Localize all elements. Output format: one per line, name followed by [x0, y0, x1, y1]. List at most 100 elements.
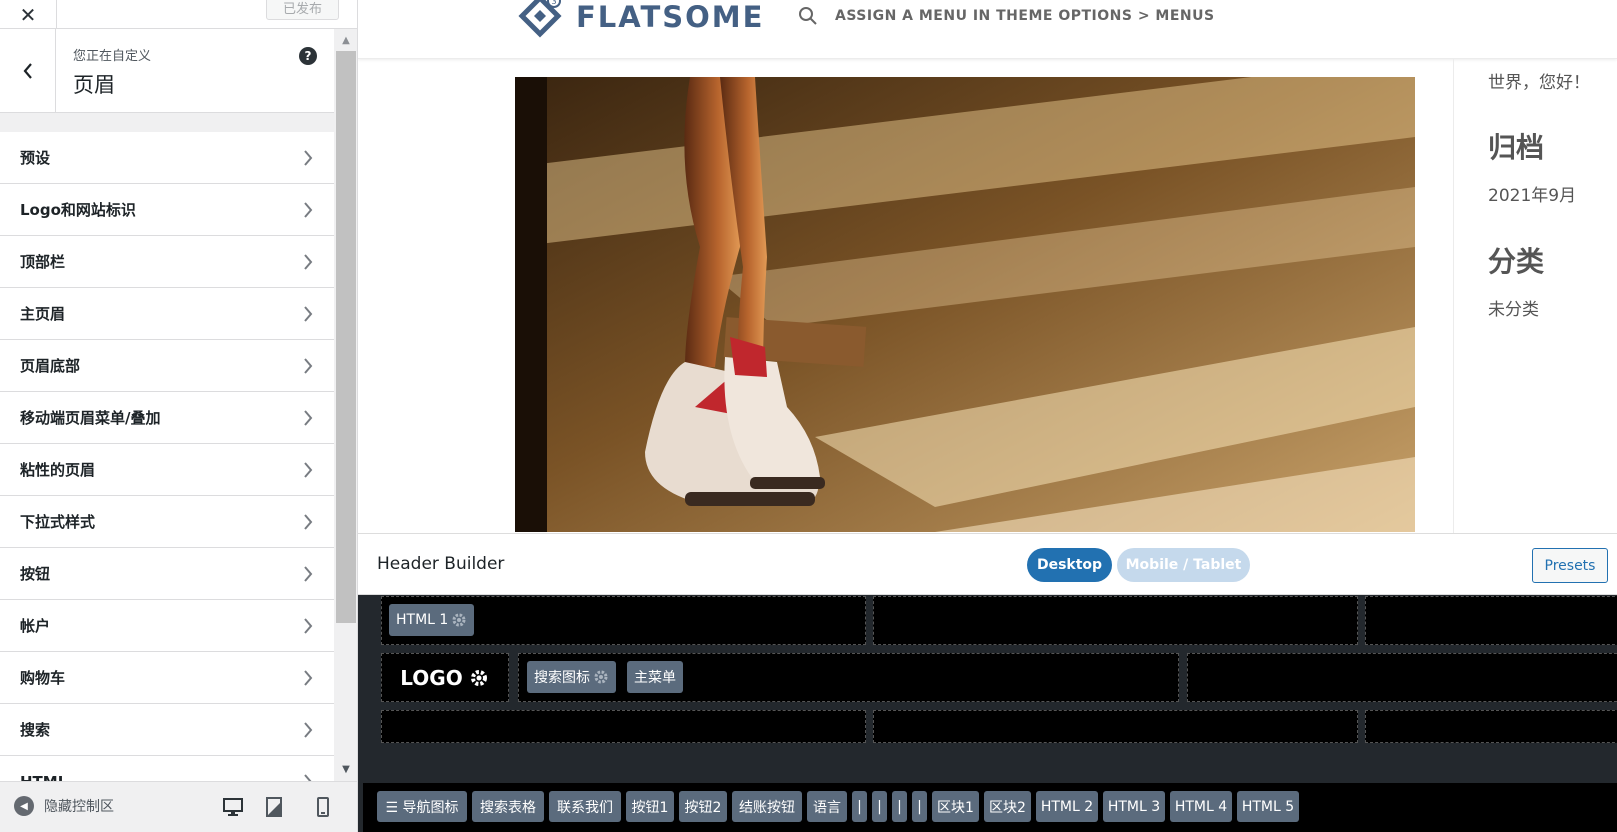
gear-icon[interactable]	[451, 612, 467, 628]
available-element[interactable]: HTML 4	[1170, 791, 1232, 822]
flatsome-logo-icon[interactable]: 3	[516, 0, 564, 40]
bottom-center-slot[interactable]	[873, 710, 1358, 743]
sidebar-item[interactable]: 顶部栏	[0, 236, 334, 288]
desktop-icon[interactable]	[222, 796, 244, 818]
available-element[interactable]: 按钮2	[679, 791, 727, 822]
available-element[interactable]: 结账按钮	[732, 791, 802, 822]
available-element[interactable]: |	[872, 791, 887, 822]
sidebar-item[interactable]: 帐户	[0, 600, 334, 652]
site-preview: 3 FLATSOME ASSIGN A MENU IN THEME OPTION…	[358, 0, 1617, 832]
desktop-tab[interactable]: Desktop	[1027, 548, 1112, 582]
chevron-right-icon	[304, 202, 313, 218]
sidebar-item[interactable]: 主页眉	[0, 288, 334, 340]
gear-icon[interactable]	[593, 669, 609, 685]
available-element[interactable]: HTML 3	[1103, 791, 1165, 822]
sidebar-item[interactable]: 搜索	[0, 704, 334, 756]
available-element[interactable]: |	[912, 791, 927, 822]
search-icon-label: 搜索图标	[534, 670, 590, 686]
gear-icon[interactable]	[469, 668, 489, 688]
chevron-right-icon	[304, 462, 313, 478]
sidebar-item-label: 搜索	[20, 721, 51, 739]
sidebar-item-label: 购物车	[20, 669, 66, 687]
close-button[interactable]: ✕	[0, 0, 57, 29]
available-element[interactable]: |	[852, 791, 867, 822]
html1-label: HTML 1	[396, 612, 449, 628]
chevron-right-icon	[304, 618, 313, 634]
sidebar-item-label: 主页眉	[20, 305, 66, 323]
sidebar-item[interactable]: 粘性的页眉	[0, 444, 334, 496]
html1-element[interactable]: HTML 1	[389, 604, 475, 636]
chevron-right-icon	[304, 566, 313, 582]
menu-notice[interactable]: ASSIGN A MENU IN THEME OPTIONS > MENUS	[835, 8, 1215, 24]
sidebar-item-label: 页眉底部	[20, 357, 81, 375]
hide-controls-button[interactable]: ◀ 隐藏控制区	[14, 796, 114, 816]
bottom-left-slot[interactable]	[381, 710, 866, 743]
scroll-down-icon[interactable]: ▼	[334, 762, 357, 776]
archive-link[interactable]: 2021年9月	[1488, 181, 1576, 206]
header-builder-title: Header Builder	[377, 554, 505, 574]
available-element[interactable]: 区块2	[984, 791, 1031, 822]
sidebar-item-label: Logo和网站标识	[20, 201, 136, 219]
sidebar-item-label: 粘性的页眉	[20, 461, 96, 479]
sidebar-item[interactable]: Logo和网站标识	[0, 184, 334, 236]
site-header: 3 FLATSOME ASSIGN A MENU IN THEME OPTION…	[358, 0, 1617, 59]
archive-heading: 归档	[1488, 131, 1545, 164]
customizing-label: 您正在自定义	[73, 49, 152, 64]
top-center-slot[interactable]	[873, 596, 1358, 645]
site-logo-text[interactable]: FLATSOME	[576, 0, 764, 34]
svg-text:3: 3	[551, 0, 556, 6]
presets-button[interactable]: Presets	[1532, 548, 1608, 583]
sidebar-item[interactable]: 按钮	[0, 548, 334, 600]
search-icon[interactable]	[798, 6, 818, 26]
main-right-slot[interactable]	[1187, 653, 1617, 702]
available-element[interactable]: 语言	[807, 791, 847, 822]
logo-element[interactable]: LOGO	[382, 654, 507, 702]
available-element[interactable]: 按钮1	[626, 791, 674, 822]
sidebar-item[interactable]: 页眉底部	[0, 340, 334, 392]
help-icon[interactable]: ?	[299, 47, 317, 65]
search-icon-element[interactable]: 搜索图标	[527, 661, 616, 693]
chevron-right-icon	[304, 670, 313, 686]
top-right-slot[interactable]	[1365, 596, 1617, 645]
available-element[interactable]: |	[892, 791, 907, 822]
collapse-arrow-icon: ◀	[14, 796, 34, 816]
customizer-menu: 预设 Logo和网站标识 顶部栏主页眉页眉底部移动端页眉菜单/叠加粘性的页眉下拉式样…	[0, 132, 334, 808]
available-elements-bar: ☰ 导航图标 搜索表格 联系我们 按钮1 按钮2 结账按钮 语言 | | | | 区块1 区块2 HTML…	[363, 783, 1617, 832]
available-element[interactable]: ☰ 导航图标	[377, 791, 467, 822]
chevron-right-icon	[304, 358, 313, 374]
hide-controls-label: 隐藏控制区	[44, 799, 114, 815]
available-element[interactable]: HTML 5	[1237, 791, 1299, 822]
chevron-right-icon	[304, 150, 313, 166]
sidebar-item[interactable]: 移动端页眉菜单/叠加	[0, 392, 334, 444]
sidebar-item[interactable]: 购物车	[0, 652, 334, 704]
category-link[interactable]: 未分类	[1488, 295, 1539, 320]
customizer-topbar: ✕ 已发布	[0, 0, 357, 29]
recent-post-link[interactable]: 世界，您好！	[1488, 68, 1590, 93]
back-button[interactable]	[0, 29, 56, 113]
scroll-thumb[interactable]	[336, 51, 356, 623]
chevron-right-icon	[304, 306, 313, 322]
mobile-icon[interactable]	[312, 796, 334, 818]
bottom-right-slot[interactable]	[1365, 710, 1617, 743]
sidebar-item-label: 顶部栏	[20, 253, 66, 271]
available-element[interactable]: 联系我们	[549, 791, 621, 822]
section-header: 您正在自定义 页眉 ?	[0, 29, 334, 113]
logo-label: LOGO	[400, 666, 463, 690]
chevron-right-icon	[304, 722, 313, 738]
available-element[interactable]: HTML 2	[1036, 791, 1098, 822]
sidebar-item[interactable]: 下拉式样式	[0, 496, 334, 548]
available-element[interactable]: 搜索表格	[472, 791, 544, 822]
publish-button[interactable]: 已发布	[266, 0, 339, 20]
scroll-up-icon[interactable]: ▲	[334, 33, 357, 47]
sidebar-item[interactable]: 预设	[0, 132, 334, 184]
sidebar-item-label: 帐户	[20, 617, 51, 635]
mobile-tablet-tab[interactable]: Mobile / Tablet	[1117, 548, 1250, 582]
customizer-footer: ◀ 隐藏控制区	[0, 781, 357, 832]
available-element[interactable]: 区块1	[932, 791, 979, 822]
main-menu-element[interactable]: 主菜单	[627, 661, 683, 693]
tablet-icon[interactable]	[263, 796, 285, 818]
main-left-slot[interactable]	[518, 653, 1179, 702]
category-heading: 分类	[1488, 245, 1545, 278]
sidebar-scrollbar[interactable]: ▲ ▼	[334, 29, 357, 781]
sidebar-item-label: 预设	[20, 149, 51, 167]
